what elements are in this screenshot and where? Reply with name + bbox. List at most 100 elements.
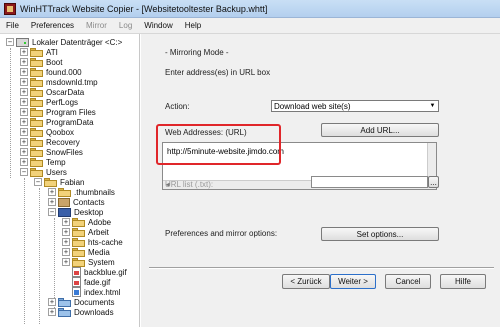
tree-label: Contacts xyxy=(73,197,105,207)
tree-item-msdownld[interactable]: + msdownld.tmp xyxy=(20,77,98,87)
next-button[interactable]: Weiter > xyxy=(330,274,376,289)
folder-tree[interactable]: − Lokaler Datenträger <C:> + ATI + Boot + f… xyxy=(0,34,140,327)
expander-expand-icon[interactable]: + xyxy=(62,218,70,226)
expander-expand-icon[interactable]: + xyxy=(20,118,28,126)
expander-collapse-icon[interactable]: − xyxy=(6,38,14,46)
expander-expand-icon[interactable]: + xyxy=(48,198,56,206)
tree-item-thumbnails[interactable]: + .thumbnails xyxy=(48,187,115,197)
tree-item-contacts[interactable]: + Contacts xyxy=(48,197,105,207)
menu-file[interactable]: File xyxy=(0,21,25,30)
folder-icon xyxy=(30,57,43,67)
menu-mirror[interactable]: Mirror xyxy=(80,21,113,30)
tree-item-temp[interactable]: + Temp xyxy=(20,157,66,167)
folder-icon xyxy=(30,157,43,167)
tree-item-adobe[interactable]: + Adobe xyxy=(62,217,111,227)
gif-file-icon xyxy=(72,277,81,287)
tree-label: found.000 xyxy=(46,67,82,77)
folder-icon xyxy=(30,67,43,77)
tree-label: Downloads xyxy=(74,307,114,317)
back-button[interactable]: < Zurück xyxy=(282,274,330,289)
tree-item-oscardata[interactable]: + OscarData xyxy=(20,87,84,97)
tree-item-programdata[interactable]: + ProgramData xyxy=(20,117,94,127)
tree-item-documents[interactable]: + Documents xyxy=(48,297,114,307)
expander-collapse-icon[interactable]: − xyxy=(48,208,56,216)
tree-label: PerfLogs xyxy=(46,97,79,107)
expander-expand-icon[interactable]: + xyxy=(20,58,28,66)
expander-expand-icon[interactable]: + xyxy=(20,108,28,116)
tree-item-boot[interactable]: + Boot xyxy=(20,57,62,67)
expander-collapse-icon[interactable]: − xyxy=(20,168,28,176)
tree-item-recovery[interactable]: + Recovery xyxy=(20,137,80,147)
folder-icon xyxy=(72,227,85,237)
expander-expand-icon[interactable]: + xyxy=(20,138,28,146)
wizard-panel: - Mirroring Mode - Enter address(es) in … xyxy=(141,34,500,327)
expander-expand-icon[interactable]: + xyxy=(48,308,56,316)
expander-collapse-icon[interactable]: − xyxy=(34,178,42,186)
documents-folder-icon xyxy=(58,297,71,307)
menu-preferences[interactable]: Preferences xyxy=(25,21,80,30)
action-select[interactable]: Download web site(s) ▼ xyxy=(271,100,439,112)
expander-expand-icon[interactable]: + xyxy=(62,248,70,256)
menu-window[interactable]: Window xyxy=(138,21,178,30)
set-options-button[interactable]: Set options... xyxy=(321,227,439,241)
drive-icon xyxy=(16,37,29,47)
tree-item-hts-cache[interactable]: + hts-cache xyxy=(62,237,123,247)
expander-expand-icon[interactable]: + xyxy=(20,48,28,56)
menu-log[interactable]: Log xyxy=(113,21,138,30)
tree-item-perflogs[interactable]: + PerfLogs xyxy=(20,97,78,107)
folder-icon xyxy=(72,257,85,267)
expander-expand-icon[interactable]: + xyxy=(62,258,70,266)
tree-item-ati[interactable]: + ATI xyxy=(20,47,58,57)
expander-expand-icon[interactable]: + xyxy=(62,228,70,236)
expander-expand-icon[interactable]: + xyxy=(62,238,70,246)
gif-file-icon xyxy=(72,267,81,277)
tree-label: ProgramData xyxy=(46,117,94,127)
tree-item-backblue-gif[interactable]: backblue.gif xyxy=(62,267,127,277)
folder-icon xyxy=(30,167,43,177)
tree-label: Media xyxy=(88,247,110,257)
url-highlight-annotation xyxy=(156,124,281,165)
folder-icon xyxy=(72,217,85,227)
window-title: WinHTTrack Website Copier - [Websitetool… xyxy=(20,3,268,14)
expander-expand-icon[interactable]: + xyxy=(48,188,56,196)
html-file-icon xyxy=(72,287,81,297)
tree-label: Users xyxy=(46,167,67,177)
tree-item-system[interactable]: + System xyxy=(62,257,115,267)
tree-item-fabian[interactable]: − Fabian xyxy=(34,177,84,187)
tree-label: System xyxy=(88,257,115,267)
menu-help[interactable]: Help xyxy=(179,21,207,30)
expander-expand-icon[interactable]: + xyxy=(20,148,28,156)
help-button[interactable]: Hilfe xyxy=(440,274,486,289)
tree-item-downloads[interactable]: + Downloads xyxy=(48,307,114,317)
tree-item-qoobox[interactable]: + Qoobox xyxy=(20,127,74,137)
chevron-down-icon[interactable]: ▼ xyxy=(427,101,438,111)
tree-label: Arbeit xyxy=(88,227,109,237)
expander-expand-icon[interactable]: + xyxy=(20,78,28,86)
url-list-input[interactable] xyxy=(311,176,428,188)
tree-label: Documents xyxy=(74,297,115,307)
expander-expand-icon[interactable]: + xyxy=(20,88,28,96)
url-list-browse-button[interactable]: ... xyxy=(428,176,439,188)
expander-expand-icon[interactable]: + xyxy=(20,128,28,136)
tree-item-snowfiles[interactable]: + SnowFiles xyxy=(20,147,83,157)
menu-bar: File Preferences Mirror Log Window Help xyxy=(0,18,500,34)
tree-item-users[interactable]: − Users xyxy=(20,167,67,177)
tree-label: hts-cache xyxy=(88,237,123,247)
folder-icon xyxy=(72,237,85,247)
folder-icon xyxy=(30,77,43,87)
tree-item-arbeit[interactable]: + Arbeit xyxy=(62,227,109,237)
tree-item-desktop[interactable]: − Desktop xyxy=(48,207,103,217)
tree-item-index-html[interactable]: index.html xyxy=(62,287,120,297)
tree-item-program-files[interactable]: + Program Files xyxy=(20,107,96,117)
expander-expand-icon[interactable]: + xyxy=(48,298,56,306)
tree-item-media[interactable]: + Media xyxy=(62,247,110,257)
add-url-button[interactable]: Add URL... xyxy=(321,123,439,137)
tree-item-found[interactable]: + found.000 xyxy=(20,67,82,77)
tree-item-fade-gif[interactable]: fade.gif xyxy=(62,277,110,287)
expander-expand-icon[interactable]: + xyxy=(20,68,28,76)
expander-expand-icon[interactable]: + xyxy=(20,158,28,166)
expander-expand-icon[interactable]: + xyxy=(20,98,28,106)
cancel-button[interactable]: Cancel xyxy=(385,274,431,289)
action-label: Action: xyxy=(165,102,190,111)
tree-drive-c[interactable]: − Lokaler Datenträger <C:> xyxy=(6,37,122,47)
